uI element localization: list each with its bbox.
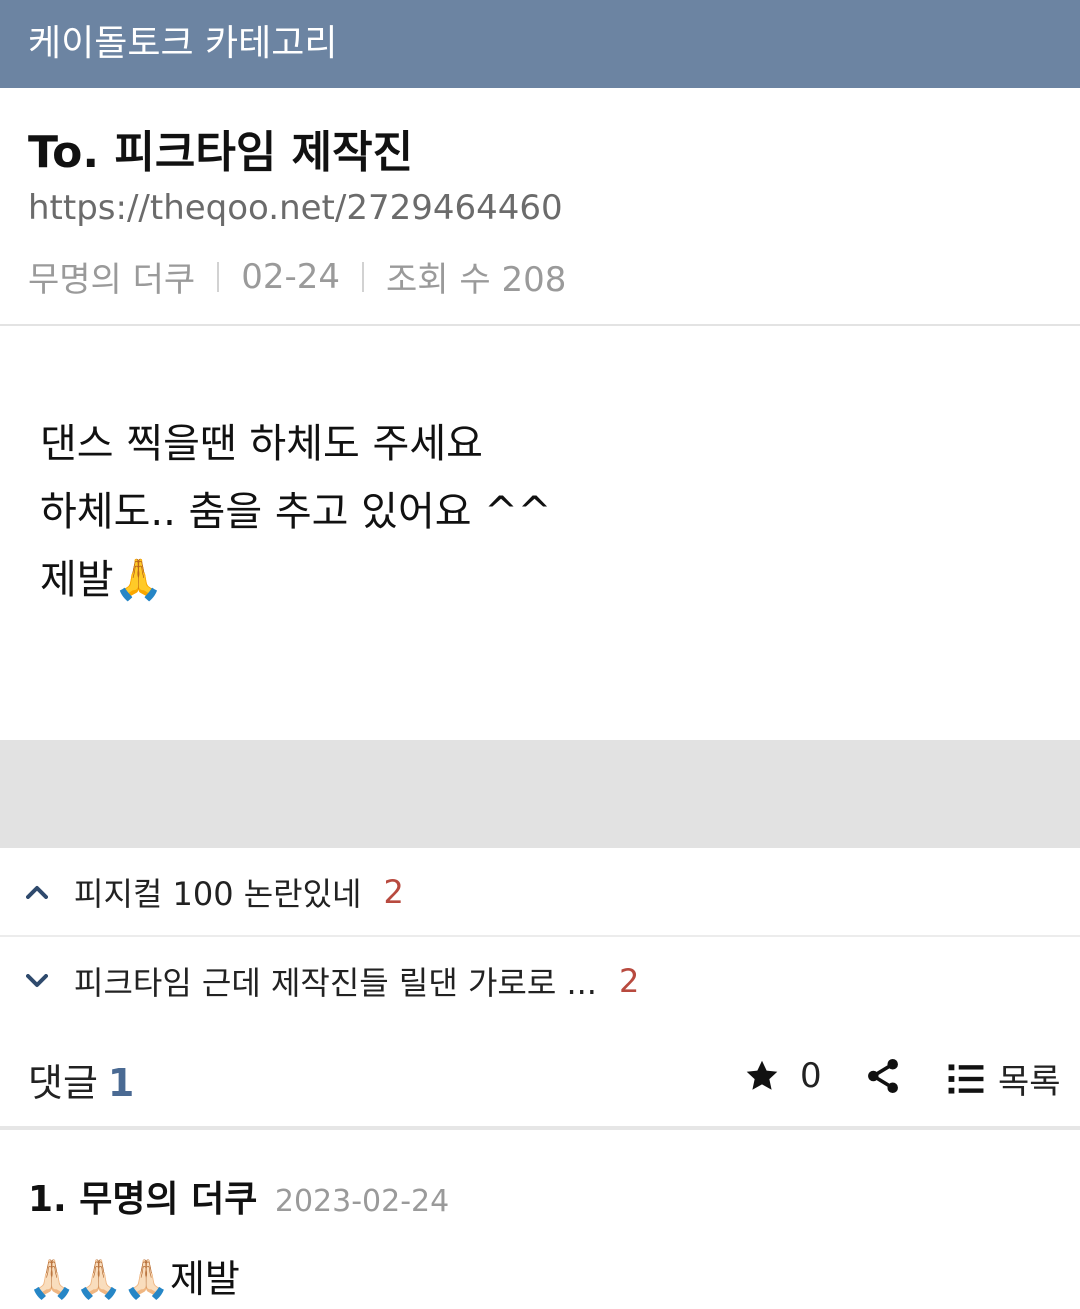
- comment-text-body: 제발: [169, 1257, 240, 1301]
- next-post-title: 피크타임 근데 제작진들 릴댄 가로로 ...: [74, 964, 597, 1002]
- post-title: To. 피크타임 제작진: [28, 127, 414, 178]
- comment-date: 2023-02-24: [274, 1184, 450, 1219]
- comment-header: 1. 무명의 더쿠 2023-02-24: [28, 1170, 449, 1222]
- body-line: 하체도.. 춤을 추고 있어요 ^^: [40, 489, 552, 535]
- star-count: 0: [800, 1056, 822, 1096]
- chevron-down-icon: [26, 970, 48, 992]
- comment-count-label: 댓글 1: [28, 1052, 134, 1107]
- post-date: 02-24: [241, 256, 341, 297]
- post-body: 댄스 찍을땐 하체도 주세요 하체도.. 춤을 추고 있어요 ^^ 제발🙏: [40, 410, 551, 614]
- prev-post-comment-count: 2: [383, 873, 404, 911]
- category-header[interactable]: 케이돌토크 카테고리: [0, 0, 1080, 88]
- list-button[interactable]: 목록: [948, 1054, 1061, 1103]
- star-icon: [746, 1060, 778, 1090]
- next-post-comment-count: 2: [618, 962, 640, 1000]
- post-meta: 무명의 더쿠 02-24 조회 수 208: [28, 252, 566, 301]
- share-button[interactable]: [866, 1058, 900, 1098]
- share-icon: [868, 1058, 898, 1094]
- ad-placeholder: [0, 740, 1080, 848]
- comment-emoji: 🙏🏻🙏🏻🙏🏻: [28, 1257, 170, 1301]
- comment-label-text: 댓글: [28, 1061, 98, 1105]
- post-author: 무명의 더쿠: [28, 260, 196, 300]
- body-line-text: 제발: [40, 557, 114, 603]
- body-line: 제발🙏: [40, 546, 551, 614]
- prev-post-title: 피지컬 100 논란있네: [74, 875, 362, 913]
- praying-hands-emoji: 🙏: [113, 557, 164, 603]
- comment-item: 1. 무명의 더쿠 2023-02-24 🙏🏻🙏🏻🙏🏻제발: [28, 1170, 449, 1303]
- next-post-link[interactable]: 피크타임 근데 제작진들 릴댄 가로로 ... 2: [0, 937, 1080, 1025]
- post-header: To. 피크타임 제작진 https://theqoo.net/27294644…: [0, 88, 1080, 326]
- post-views: 조회 수 208: [386, 260, 567, 300]
- list-icon: [948, 1063, 984, 1094]
- comment-author: 1. 무명의 더쿠: [28, 1179, 258, 1220]
- comment-text: 🙏🏻🙏🏻🙏🏻제발: [28, 1248, 449, 1303]
- chevron-up-icon: [26, 881, 48, 903]
- star-button[interactable]: 0: [744, 1056, 822, 1096]
- meta-divider: [217, 261, 220, 292]
- meta-divider: [362, 261, 365, 292]
- list-label: 목록: [998, 1062, 1061, 1102]
- comment-count: 1: [107, 1061, 135, 1105]
- category-title: 케이돌토크 카테고리: [28, 23, 338, 64]
- body-line: 댄스 찍을땐 하체도 주세요: [40, 421, 483, 467]
- action-bar: 댓글 1 0 목록: [0, 1026, 1080, 1130]
- post-url[interactable]: https://theqoo.net/2729464460: [28, 188, 563, 228]
- prev-post-link[interactable]: 피지컬 100 논란있네 2: [0, 849, 1080, 937]
